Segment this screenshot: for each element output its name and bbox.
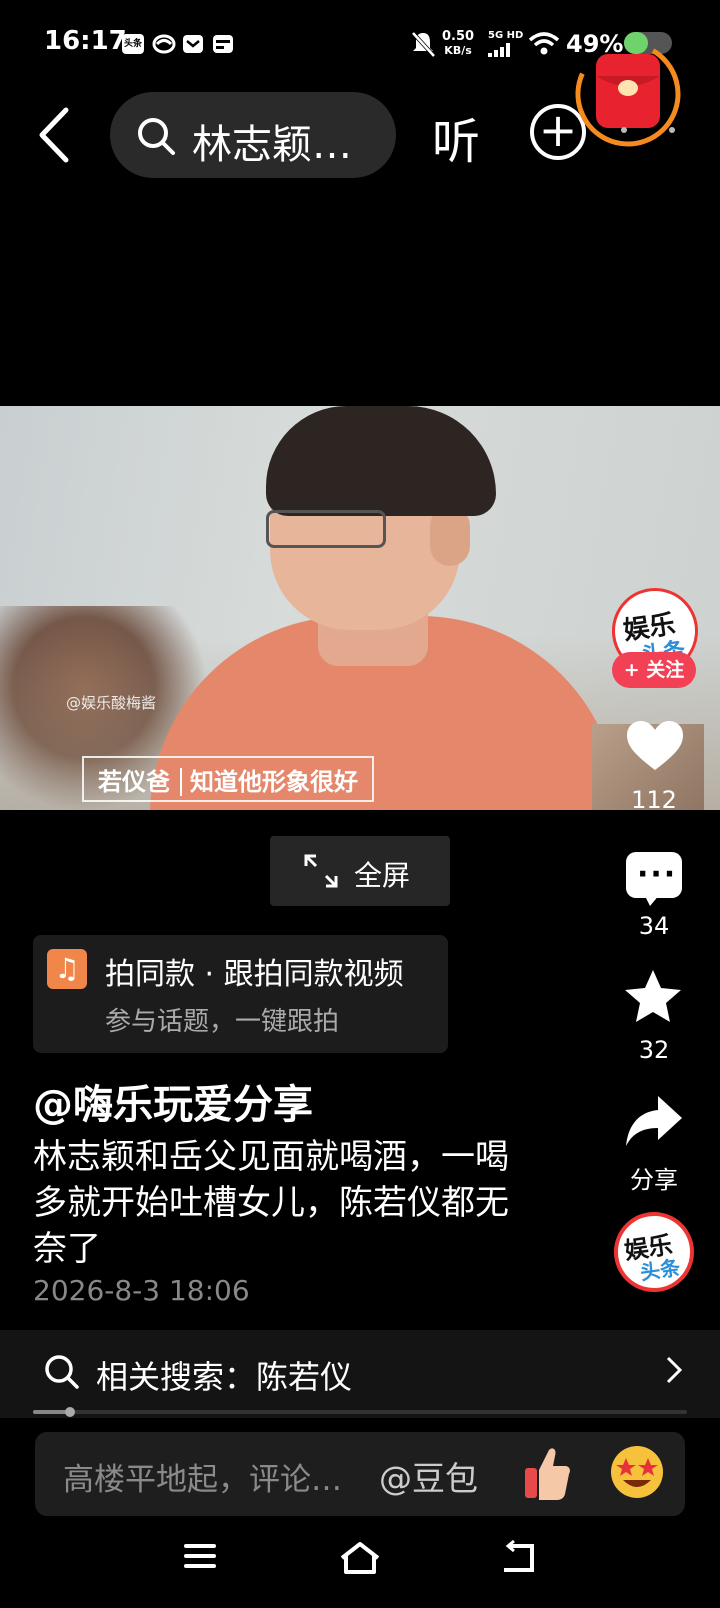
music-disc-avatar[interactable]: 娱乐 头条 — [614, 1212, 694, 1292]
related-search-icon — [44, 1354, 80, 1394]
card-icon — [212, 34, 234, 58]
progress-knob[interactable] — [65, 1407, 75, 1417]
comment-placeholder: 高楼平地起，评论… — [63, 1462, 342, 1498]
network-speed: 0.50 KB/s — [442, 29, 475, 58]
toutiao-notif-icon: 头条 — [122, 34, 144, 54]
post-author[interactable]: @嗨乐玩爱分享 — [33, 1072, 313, 1130]
fullscreen-button[interactable]: 全屏 — [270, 836, 450, 906]
expand-icon — [304, 854, 338, 892]
share-icon[interactable] — [624, 1094, 684, 1152]
mention-doubao[interactable]: @豆包 — [379, 1452, 478, 1500]
comment-input-bar[interactable]: 高楼平地起，评论… @豆包 — [35, 1432, 685, 1516]
back-button[interactable] — [30, 100, 80, 170]
fullscreen-label: 全屏 — [354, 859, 411, 892]
comment-icon[interactable]: ··· — [626, 852, 682, 906]
chevron-right-icon — [664, 1352, 684, 1392]
home-nav-icon[interactable] — [338, 1540, 382, 1580]
thumbs-up-emoji-icon[interactable] — [523, 1444, 571, 1502]
subtitle-speaker: 若仪爸 — [98, 768, 182, 796]
mute-icon — [410, 30, 436, 62]
search-query-text: 林志颖… — [192, 122, 352, 168]
related-search-label: 相关搜索：陈若仪 — [96, 1358, 353, 1396]
wifi-icon — [528, 32, 560, 60]
star-eyes-emoji-icon[interactable] — [611, 1446, 663, 1498]
share-label: 分享 — [630, 1166, 678, 1194]
red-packet-widget[interactable] — [572, 38, 684, 150]
video-player[interactable]: @娱乐酸梅酱 若仪爸 知道他形象很好 — [0, 406, 720, 810]
search-icon — [136, 116, 176, 160]
related-search-bar[interactable]: 相关搜索：陈若仪 — [0, 1330, 720, 1418]
menu-nav-icon[interactable] — [182, 1540, 218, 1576]
network-type-label: 5G HD — [488, 30, 524, 41]
listen-button[interactable]: 听 — [432, 102, 480, 172]
subtitle-text: 知道他形象很好 — [190, 768, 358, 796]
follow-button[interactable]: + 关注 — [612, 652, 696, 688]
post-description: 林志颖和岳父见面就喝酒，一喝多就开始吐槽女儿，陈若仪都无奈了 — [33, 1137, 509, 1269]
bilibili-icon — [152, 34, 176, 58]
search-box[interactable]: 林志颖… — [110, 92, 396, 178]
shoot-same-title: 拍同款 · 跟拍同款视频 — [105, 957, 404, 992]
like-icon[interactable] — [624, 718, 686, 778]
video-progress-bar[interactable] — [33, 1407, 687, 1417]
back-nav-icon[interactable] — [500, 1539, 540, 1578]
shoot-same-subtitle: 参与话题，一键跟拍 — [105, 1007, 340, 1037]
video-subtitle: 若仪爸 知道他形象很好 — [82, 756, 374, 802]
mail-icon — [182, 34, 204, 58]
video-watermark: @娱乐酸梅酱 — [66, 694, 157, 712]
status-time: 16:17 — [44, 26, 127, 56]
music-note-icon: ♫ — [47, 949, 87, 989]
shoot-same-card[interactable]: ♫ 拍同款 · 跟拍同款视频 参与话题，一键跟拍 — [33, 935, 448, 1053]
post-date: 2026-8-3 18:06 — [33, 1274, 250, 1307]
video-person-glasses — [266, 510, 386, 548]
favorite-star-icon[interactable] — [624, 968, 682, 1028]
signal-icon — [488, 42, 512, 61]
favorite-count: 32 — [638, 1036, 670, 1064]
like-count: 112 — [631, 786, 677, 814]
comment-count: 34 — [638, 912, 670, 940]
